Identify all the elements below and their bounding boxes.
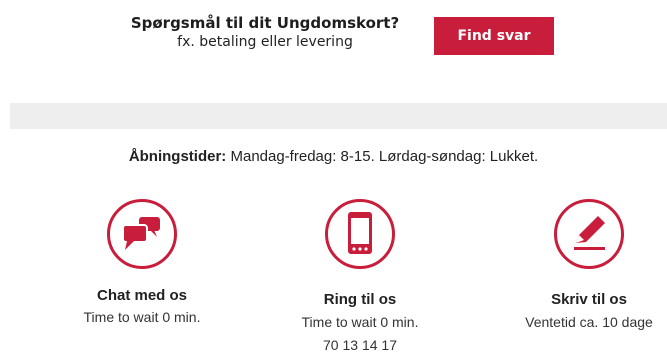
divider-band	[10, 103, 667, 129]
chat-bubbles-icon	[122, 217, 160, 250]
phone-number[interactable]: 70 13 14 17	[260, 335, 460, 355]
phone-icon-circle[interactable]	[325, 199, 395, 269]
write-wait-time: Ventetid ca. 10 dage	[525, 314, 653, 330]
chat-icon-circle[interactable]	[107, 199, 177, 269]
write-title[interactable]: Skriv til os	[489, 291, 667, 309]
find-answer-button[interactable]: Find svar	[434, 17, 554, 55]
opening-hours-text: Mandag-fredag: 8-15. Lørdag-søndag: Lukk…	[230, 148, 539, 165]
write-contact[interactable]: Skriv til os Ventetid ca. 10 dage	[489, 199, 667, 332]
faq-title: Spørgsmål til dit Ungdomskort?	[130, 14, 400, 32]
phone-contact[interactable]: Ring til os Time to wait 0 min. 70 13 14…	[260, 199, 460, 355]
opening-hours-label: Åbningstider:	[128, 148, 227, 165]
chat-contact[interactable]: Chat med os Time to wait 0 min.	[42, 199, 242, 327]
pencil-icon-circle[interactable]	[554, 199, 624, 269]
faq-banner: Spørgsmål til dit Ungdomskort? fx. betal…	[130, 14, 400, 52]
chat-title[interactable]: Chat med os	[42, 287, 242, 305]
phone-icon	[348, 212, 372, 254]
faq-subtitle: fx. betaling eller levering	[177, 34, 353, 50]
chat-wait-time: Time to wait 0 min.	[83, 309, 201, 325]
pencil-icon	[574, 216, 605, 250]
phone-title[interactable]: Ring til os	[260, 291, 460, 309]
phone-wait-time: Time to wait 0 min.	[301, 314, 419, 330]
opening-hours: Åbningstider: Mandag-fredag: 8-15. Lørda…	[0, 148, 667, 165]
